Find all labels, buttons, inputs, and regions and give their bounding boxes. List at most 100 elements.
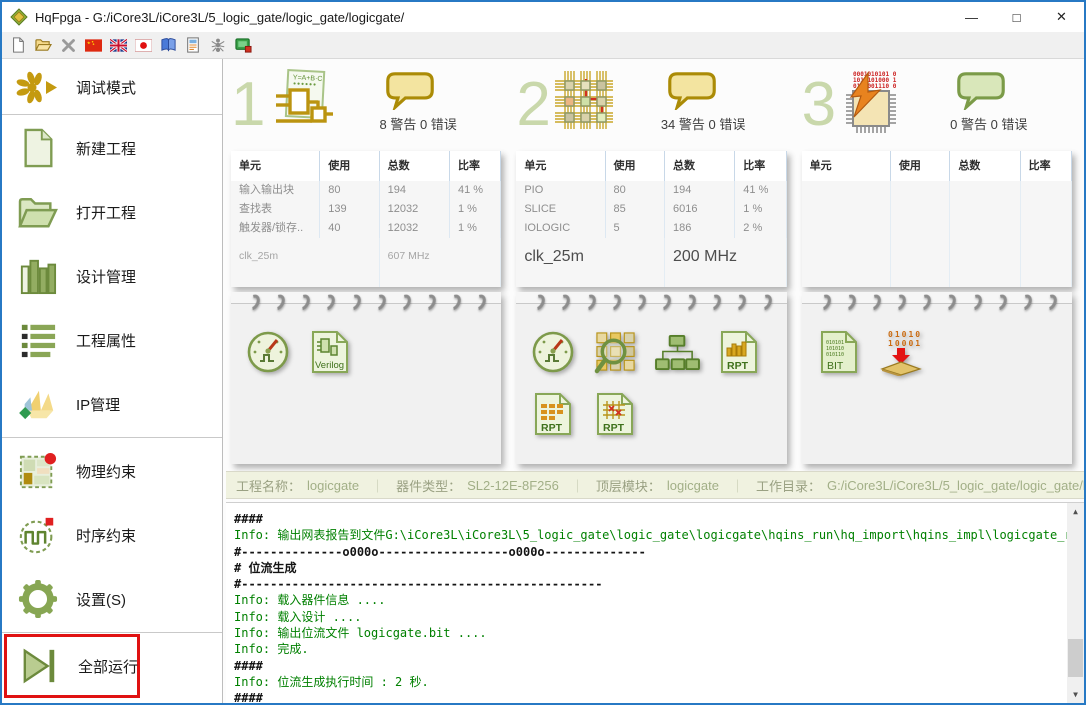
table-row: PIO8019441 % [516,181,786,200]
coil-ring-icon [470,292,489,313]
table-row: SLICE8560161 % [516,200,786,219]
console-log: #### Info: 输出网表报告到文件G:\iCore3L\iCore3L\5… [226,502,1084,703]
sidebar-item-timing-constraints[interactable]: 时序约束 [2,503,222,567]
spiral-binding [802,294,1072,316]
svg-text:Verilog: Verilog [315,360,344,371]
run-all-icon [14,646,66,686]
scroll-down-icon[interactable]: ▼ [1067,686,1084,703]
table-row: IOLOGIC51862 % [516,219,786,238]
coil-ring-icon [419,292,438,313]
device-type-label: 器件类型： [396,476,461,495]
sidebar-item-project-properties[interactable]: 工程属性 [2,308,222,372]
col-header: 总数 [950,151,1020,181]
col-header: 比率 [735,151,786,181]
coil-ring-icon [344,292,363,313]
timing-constraints-icon [12,515,64,555]
spiral-binding [231,294,501,316]
settings-gear-icon [12,579,64,619]
sidebar-item-run-all[interactable]: 全部运行 [4,634,140,698]
timing-gauge-icon[interactable] [528,326,578,378]
tools-card: RPT RPT [516,292,786,464]
sidebar-item-label: 新建工程 [76,138,136,159]
coil-ring-icon [369,292,388,313]
warnings-bubble-icon[interactable] [385,71,435,110]
console-line: # 位流生成 [234,560,1060,576]
svg-text:BIT: BIT [827,360,844,372]
step-number: 3 [802,65,836,145]
clock-row: clk_25m 200 MHz [516,238,786,287]
sidebar-item-new-project[interactable]: 新建工程 [2,116,222,180]
debug-ant-icon[interactable] [209,36,227,54]
bit-file-icon[interactable]: 010101101010010110 BIT [814,326,864,378]
resource-table: 单元 使用 总数 比率 输入输出块8019441 % 查找表139120321 … [231,151,501,287]
project-properties-icon [12,321,64,359]
spiral-binding [516,294,786,316]
help-book-icon[interactable] [159,36,177,54]
console-line: Info: 位流生成执行时间 : 2 秒. [234,674,1060,690]
coil-ring-icon [965,292,984,313]
console-scrollbar[interactable]: ▲ ▼ [1067,503,1084,703]
placement-viewer-icon[interactable] [590,326,640,378]
new-file-icon[interactable] [9,36,27,54]
sidebar-item-label: 调试模式 [76,77,136,98]
resource-table: 单元 使用 总数 比率 PIO8019441 % SLICE8560161 % [516,151,786,287]
console-line: #--------------o000o------------------o0… [234,544,1060,560]
col-header: 使用 [320,151,379,181]
coil-ring-icon [915,292,934,313]
toolbar [2,32,1084,59]
minimize-button[interactable]: — [949,2,994,32]
timing-gauge-icon[interactable] [243,326,293,378]
hierarchy-icon[interactable] [652,326,702,378]
rpt-resource-file-icon[interactable]: RPT [528,388,578,440]
coil-ring-icon [755,292,774,313]
report-document-icon[interactable] [184,36,202,54]
console-line: Info: 载入设计 .... [234,609,1060,625]
warnings-bubble-icon[interactable] [667,71,717,110]
warnings-bubble-icon[interactable] [956,71,1006,110]
coil-ring-icon [319,292,338,313]
rpt-routing-file-icon[interactable]: RPT [590,388,640,440]
panel-synthesis: 1 Y=A+B·C [231,61,501,464]
routing-grid-icon [553,69,615,136]
working-dir-value: G:/iCore3L/iCore3L/5_logic_gate/logic_ga… [827,478,1084,493]
maximize-button[interactable]: □ [994,2,1039,32]
sidebar-item-design-management[interactable]: 设计管理 [2,244,222,308]
coil-ring-icon [445,292,464,313]
close-x-icon[interactable] [59,36,77,54]
sidebar-item-physical-constraints[interactable]: 物理约束 [2,439,222,503]
program-device-icon[interactable]: 01010 10001 [876,326,926,378]
sidebar-item-ip-management[interactable]: IP管理 [2,372,222,436]
statusbar-separator: ｜ [571,476,584,495]
svg-text:RPT: RPT [541,422,563,434]
coil-ring-icon [294,292,313,313]
flag-uk-icon[interactable] [109,36,127,54]
flag-japan-icon[interactable] [134,36,152,54]
table-row: 查找表139120321 % [231,200,501,219]
flag-china-icon[interactable] [84,36,102,54]
console-line: #---------------------------------------… [234,576,1060,592]
panel-bitstream: 3 0001010101 0 1010101000 1 0110001110 0 [802,61,1072,464]
step-number: 2 [516,65,550,145]
sidebar-item-label: 打开工程 [76,202,136,223]
scrollbar-thumb[interactable] [1068,639,1083,677]
sidebar-item-open-project[interactable]: 打开工程 [2,180,222,244]
coil-ring-icon [654,292,673,313]
device-monitor-icon[interactable] [234,36,252,54]
sidebar-item-debug-mode[interactable]: 调试模式 [2,61,222,113]
col-header: 使用 [891,151,950,181]
window-title: HqFpga - G:/iCore3L/iCore3L/5_logic_gate… [35,10,949,25]
warnings-count: 8 警告 0 错误 [379,114,456,133]
close-button[interactable]: ✕ [1039,2,1084,32]
coil-ring-icon [705,292,724,313]
device-type-value: SL2-12E-8F256 [467,478,559,493]
rpt-timing-file-icon[interactable]: RPT [714,326,764,378]
console-line: #### [234,690,1060,703]
sidebar-item-settings[interactable]: 设置(S) [2,567,222,631]
verilog-file-icon[interactable]: Verilog [305,326,355,378]
open-folder-icon[interactable] [34,36,52,54]
table-row: 输入输出块8019441 % [231,181,501,200]
sidebar-separator [2,114,222,115]
scroll-up-icon[interactable]: ▲ [1067,503,1084,520]
table-row: 触发器/锁存..40120321 % [231,219,501,238]
coil-ring-icon [889,292,908,313]
